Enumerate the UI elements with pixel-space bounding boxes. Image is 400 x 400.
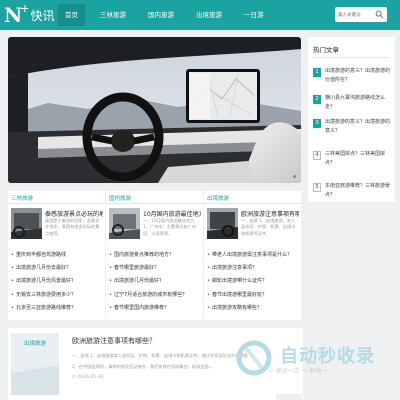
watermark: 自动秒收录 一 来访一次 一 秒收 一 (228, 336, 398, 380)
section-title[interactable]: 三林旅游 (11, 194, 33, 202)
section-domestic-travel: 国内旅游 10月国内旅游最佳地方 一、10月国内旅游最佳地方1、广州市：主要景点… (106, 191, 203, 320)
list-item[interactable]: 春节哪里国内旅游推荐？ (109, 302, 201, 315)
article-list: 带老人出境旅游需注意事项是什么？ 出境旅游注意事项？ 邮轮出境游带什么证件？ 春… (207, 249, 299, 315)
article-category-tag[interactable]: 出境旅游 (24, 339, 46, 347)
list-item[interactable]: 北京至三亚旅游路线推荐？ (11, 302, 103, 315)
main-nav: 首页 三林旅游 国内旅游 出境旅游 一日游 (58, 4, 279, 26)
watermark-text: 自动秒收录 (280, 346, 375, 367)
section-outbound-travel: 出境旅游 欧洲旅游注意事项有哪些？ 一、出境 1、出境旅游，本人身份证、护照、机… (204, 191, 301, 320)
divider (8, 203, 105, 204)
list-item[interactable]: 辽宁7月适合旅游的城市有哪些？ (109, 289, 201, 302)
list-item[interactable]: 出境旅游几月份最好？ (109, 275, 201, 288)
featured-article-title[interactable]: 10月国内旅游最佳地方 (143, 209, 201, 218)
article-date: ◷ 2024-05-30 (72, 375, 104, 380)
nav-item-home[interactable]: 首页 (58, 4, 85, 26)
search-box (335, 7, 387, 22)
section-title[interactable]: 出境旅游 (207, 194, 229, 202)
logo-plus: + (20, 1, 30, 15)
featured-article-title[interactable]: 欧洲旅游注意事项有哪些？ (241, 209, 299, 218)
nav-item-day-trip[interactable]: 一日游 (237, 4, 271, 26)
divider (313, 57, 390, 58)
logo-letter: N (4, 3, 22, 27)
nav-item-sanlin-travel[interactable]: 三林旅游 (93, 4, 133, 26)
section-title[interactable]: 国内旅游 (109, 194, 131, 202)
list-item[interactable]: 出境旅游攻略有哪些？ (207, 302, 299, 315)
car-interior-illustration (8, 37, 301, 183)
featured-article-summary: 泰国是个美丽的国家，游客也非常多，泰国有很多好玩的景点推荐。 (45, 218, 100, 236)
list-item[interactable]: 无锡去三林旅游费用多少？ (11, 289, 103, 302)
rank-badge: 3 (313, 119, 321, 128)
list-item[interactable]: 出境旅游几月份风景最好？ (11, 275, 103, 288)
popular-article-link[interactable]: 出境旅游的意义？出境旅游的意义？ (325, 118, 391, 136)
list-item[interactable]: 出境旅游注意事项？ (207, 262, 299, 275)
top-navigation-bar: N + 快讯 首页 三林旅游 国内旅游 出境旅游 一日游 (0, 0, 400, 30)
popular-article-link[interactable]: 东南亚旅游推荐？三林旅游景点？ (325, 182, 391, 200)
nav-item-domestic-travel[interactable]: 国内旅游 (141, 4, 181, 26)
list-item[interactable]: 邮轮出境游带什么证件？ (207, 275, 299, 288)
carousel-indicator[interactable] (293, 175, 296, 178)
featured-article-summary: 一、出境 1、出境旅游，本人身份证、护照、机票、出境卡和机票等证件。 (241, 218, 296, 236)
site-logo[interactable]: N + 快讯 (4, 1, 55, 28)
article-date-text: 2024-05-30 (77, 375, 104, 380)
logo-text: 快讯 (30, 8, 55, 23)
search-icon[interactable] (375, 10, 384, 19)
popular-article-link[interactable]: 横川县九寨沟旅游路线怎么走？ (325, 94, 391, 112)
article-thumbnail[interactable] (109, 208, 140, 239)
article-thumbnail[interactable] (207, 208, 238, 239)
watermark-subtext: 一 来访一次 一 秒收 一 (268, 368, 330, 375)
popular-articles-title: 热门文章 (313, 46, 339, 54)
article-thumbnail[interactable] (11, 208, 42, 239)
rank-badge: 5 (313, 183, 321, 192)
read-more-button[interactable] (276, 394, 302, 400)
list-item[interactable]: 春节出境游哪里最好玩？ (207, 289, 299, 302)
article-list: 国内旅游景点推荐的地方？ 春节哪里旅游最好？ 出境旅游几月份最好？ 辽宁7月适合… (109, 249, 201, 315)
nav-item-outbound-travel[interactable]: 出境旅游 (189, 4, 229, 26)
search-input[interactable] (338, 7, 374, 22)
popular-article-link[interactable]: 出境旅游的意义？出境旅游的价值所在？ (325, 67, 391, 85)
list-item[interactable]: 带老人出境旅游需注意事项是什么？ (207, 249, 299, 262)
rank-badge: 4 (313, 151, 321, 160)
featured-article-summary: 一、10月国内旅游最佳地方1、广州市：主要景点有广州塔、沙面等等。 (143, 218, 196, 236)
divider (204, 203, 301, 204)
list-item[interactable]: 出境旅游几月份去最好？ (11, 262, 103, 275)
divider (106, 203, 203, 204)
rank-badge: 2 (313, 95, 321, 104)
article-list: 重庆到丰都自驾游路线 出境旅游几月份去最好？ 出境旅游几月份风景最好？ 无锡去三… (11, 249, 103, 315)
rank-badge: 1 (313, 68, 321, 77)
popular-article-link[interactable]: 三林美国岸点？三林美国岸点？ (325, 150, 391, 168)
section-sanlin-travel: 三林旅游 泰感旅游景点必玩的地方？ 泰国是个美丽的国家，游客也非常多，泰国有很多… (8, 191, 105, 320)
hero-banner-image[interactable] (8, 37, 301, 183)
popular-articles-panel: 热门文章 1 出境旅游的意义？出境旅游的价值所在？ 2 横川县九寨沟旅游路线怎么… (308, 37, 395, 202)
list-item[interactable]: 国内旅游景点推荐的地方？ (109, 249, 201, 262)
list-item[interactable]: 重庆到丰都自驾游路线 (11, 249, 103, 262)
featured-article-title[interactable]: 泰感旅游景点必玩的地方？ (45, 209, 103, 218)
list-item[interactable]: 春节哪里旅游最好？ (109, 262, 201, 275)
article-title[interactable]: 欧洲旅游注意事项有哪些？ (72, 336, 156, 346)
